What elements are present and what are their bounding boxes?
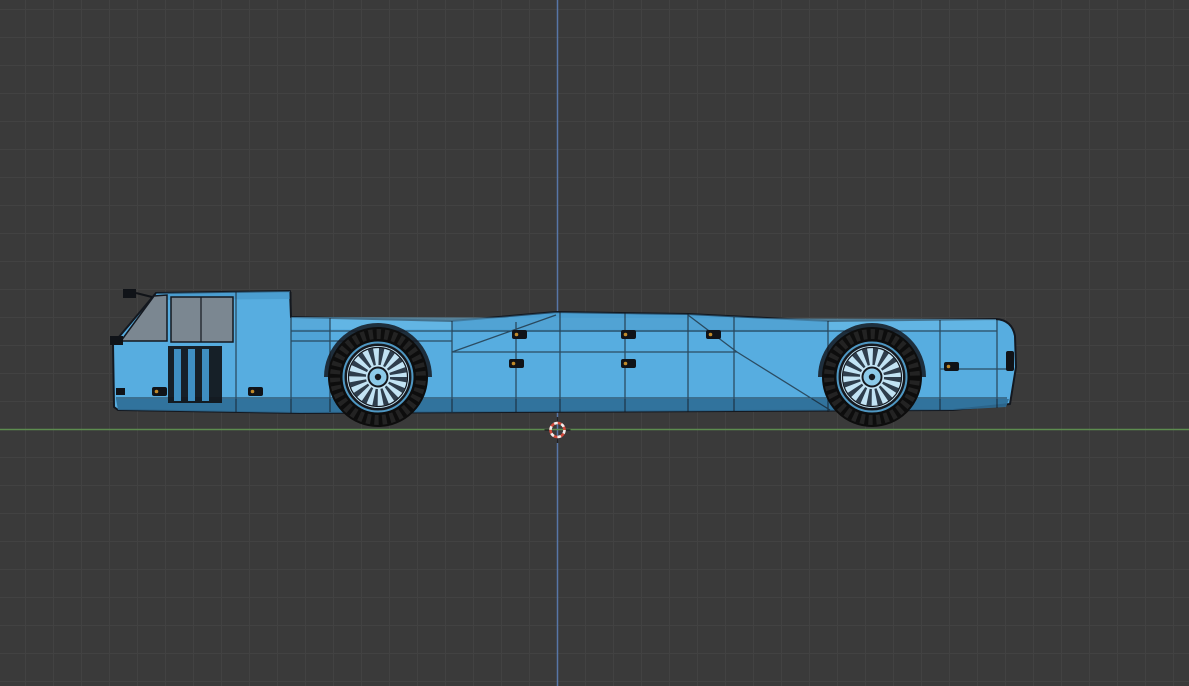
nose-sensor-box	[110, 336, 123, 345]
windshield	[119, 294, 168, 342]
front-handle	[152, 387, 167, 396]
deck-wedge-shade	[452, 312, 828, 332]
model-flatbed-transporter[interactable]	[110, 289, 1017, 426]
rear-latch	[944, 362, 959, 371]
cab-handle	[248, 387, 263, 396]
viewport-3d[interactable]	[0, 0, 1189, 686]
mirror-arm	[135, 292, 153, 298]
deck-latch	[706, 330, 721, 339]
front-marker-light	[116, 388, 125, 395]
tail-light	[1006, 351, 1014, 371]
deck-latch	[621, 359, 636, 368]
door-step-recess	[168, 346, 222, 403]
deck-latch	[512, 330, 527, 339]
deck-latch	[509, 359, 524, 368]
scene-svg	[0, 0, 1189, 686]
roof-mirror	[123, 289, 136, 298]
side-window	[170, 296, 234, 343]
deck-latch	[621, 330, 636, 339]
